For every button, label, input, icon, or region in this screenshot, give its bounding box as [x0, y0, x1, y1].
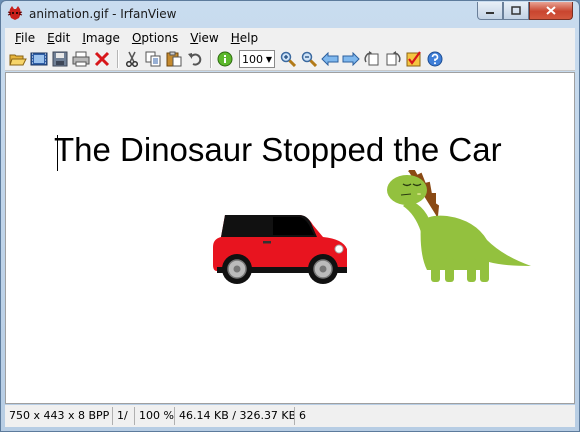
close-icon	[546, 6, 556, 15]
print-button[interactable]	[71, 49, 91, 69]
print-icon	[72, 51, 90, 67]
thumbnails-button[interactable]	[29, 49, 49, 69]
info-button[interactable]	[215, 49, 235, 69]
menu-view[interactable]: View	[184, 31, 224, 45]
toolbar-separator	[117, 50, 118, 68]
green-dinosaur-illustration	[387, 170, 531, 282]
irfanview-red-cat-icon[interactable]	[7, 5, 23, 21]
maximize-button[interactable]	[503, 2, 529, 20]
menu-view-accel: V	[190, 31, 199, 45]
previous-arrow-icon	[321, 52, 339, 66]
next-arrow-icon	[342, 52, 360, 66]
status-filesize: 46.14 KB / 326.37 KB	[175, 407, 295, 425]
menu-image-rest: mage	[85, 31, 120, 45]
title-bar[interactable]: animation.gif - IrfanView	[1, 1, 579, 27]
menu-options[interactable]: Options	[126, 31, 184, 45]
slideshow-button[interactable]	[404, 49, 424, 69]
open-folder-icon	[9, 54, 27, 66]
menu-help-rest: elp	[239, 31, 259, 45]
chevron-down-icon: ▼	[265, 54, 273, 64]
menu-edit-accel: E	[47, 31, 55, 45]
zoom-select[interactable]: 100 ▼	[239, 50, 275, 68]
menu-edit[interactable]: Edit	[41, 31, 76, 45]
irfanview-window: animation.gif - IrfanView File Edit Imag…	[0, 0, 580, 432]
menu-options-rest: ptions	[141, 31, 179, 45]
status-frame-count: 6	[299, 409, 306, 422]
copy-button[interactable]	[143, 49, 163, 69]
paste-button[interactable]	[164, 49, 184, 69]
undo-icon	[188, 53, 202, 66]
info-icon	[217, 51, 233, 67]
menu-file[interactable]: File	[9, 31, 41, 45]
delete-button[interactable]	[92, 49, 112, 69]
save-button[interactable]	[50, 49, 70, 69]
zoom-value: 100	[242, 52, 263, 66]
menu-options-accel: O	[131, 31, 142, 45]
rotate-right-button[interactable]	[383, 49, 403, 69]
menu-file-rest: ile	[21, 31, 36, 45]
menu-view-rest: iew	[198, 31, 219, 45]
status-zoom: 100 %	[135, 407, 175, 425]
menu-image[interactable]: Image	[76, 31, 126, 45]
menu-help-accel: H	[230, 31, 240, 45]
image-headline-text: The Dinosaur Stopped the Car	[54, 131, 502, 168]
thumbnails-filmstrip-icon	[30, 52, 48, 66]
toolbar-separator	[210, 50, 211, 68]
zoom-out-icon	[301, 51, 317, 67]
zoom-in-icon	[280, 51, 296, 67]
window-controls	[477, 2, 573, 20]
copy-icon	[145, 51, 161, 67]
toolbar: 100 ▼	[5, 48, 575, 71]
window-title: animation.gif - IrfanView	[29, 7, 177, 21]
save-disk-icon	[52, 51, 68, 67]
previous-button[interactable]	[320, 49, 340, 69]
minimize-button[interactable]	[477, 2, 503, 20]
cut-icon	[125, 51, 139, 67]
image-canvas[interactable]: The Dinosaur Stopped the Car	[5, 72, 575, 404]
help-icon	[427, 51, 443, 67]
zoom-out-button[interactable]	[299, 49, 319, 69]
rotate-left-button[interactable]	[362, 49, 382, 69]
maximize-icon	[511, 6, 521, 15]
zoom-in-button[interactable]	[278, 49, 298, 69]
menu-help[interactable]: Help	[225, 31, 264, 45]
minimize-icon	[486, 11, 494, 14]
cut-button[interactable]	[122, 49, 142, 69]
status-frame: 1/	[113, 407, 135, 425]
undo-button[interactable]	[185, 49, 205, 69]
menu-bar: File Edit Image Options View Help	[5, 28, 575, 48]
text-cursor	[57, 135, 58, 171]
open-button[interactable]	[8, 49, 28, 69]
paste-icon	[166, 51, 182, 67]
rotate-left-icon	[364, 51, 379, 66]
next-button[interactable]	[341, 49, 361, 69]
red-car-illustration	[213, 215, 347, 284]
status-bar: 750 x 443 x 8 BPP 1/ 100 % 46.14 KB / 32…	[5, 405, 575, 427]
slideshow-checklist-icon	[406, 51, 421, 67]
status-dimensions: 750 x 443 x 8 BPP	[5, 407, 113, 425]
delete-icon	[94, 51, 110, 67]
rotate-right-icon	[386, 51, 401, 66]
help-button[interactable]	[425, 49, 445, 69]
menu-edit-rest: dit	[54, 31, 71, 45]
close-button[interactable]	[529, 2, 573, 20]
